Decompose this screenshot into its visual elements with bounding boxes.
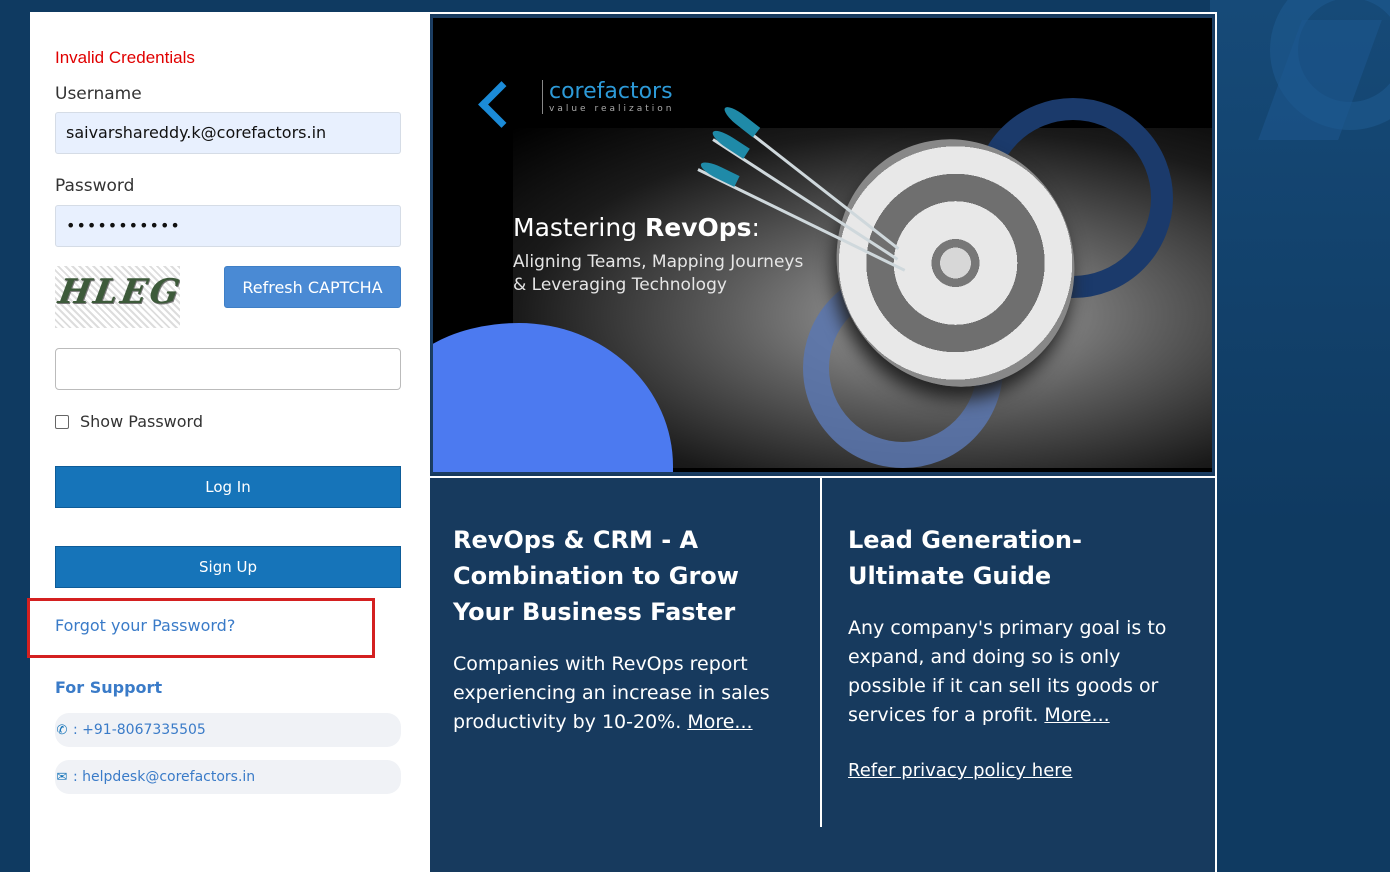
refresh-captcha-button[interactable]: Refresh CAPTCHA [224,266,401,308]
support-email[interactable]: ✉ : helpdesk@corefactors.in [55,760,401,794]
captcha-text: HLEG [55,272,180,312]
divider [820,478,822,827]
show-password-label: Show Password [80,412,203,431]
signup-button[interactable]: Sign Up [55,546,401,588]
support-phone-text: : +91-8067335505 [73,722,206,738]
login-panel: Invalid Credentials Username saivarshare… [27,12,428,872]
show-password-checkbox[interactable] [55,414,69,429]
envelope-icon: ✉ [56,769,68,785]
divider [430,476,1215,478]
captcha-input[interactable] [55,348,401,390]
banner-subtitle: Aligning Teams, Mapping Journeys & Lever… [513,252,804,295]
corefactors-logo-icon [479,80,534,118]
logo-name: corefactors [549,79,673,104]
corefactors-logo: corefactors value realization [479,80,674,118]
article-title: RevOps & CRM - A Combination to Grow You… [453,526,739,626]
captcha-image: HLEG [55,266,180,328]
phone-icon: ✆ [56,722,68,738]
more-link[interactable]: More... [687,711,752,733]
error-message: Invalid Credentials [55,48,195,67]
show-password-toggle[interactable]: Show Password [55,412,203,431]
forgot-password-link[interactable]: Forgot your Password? [55,616,235,635]
more-link[interactable]: More... [1044,704,1109,726]
banner-title: Mastering RevOps: [513,213,760,242]
password-input[interactable]: ••••••••••• [55,205,401,247]
logo-tagline: value realization [549,104,675,114]
privacy-policy-link[interactable]: Refer privacy policy here [848,760,1072,781]
promo-banner[interactable]: corefactors value realization Mastering … [431,16,1214,474]
support-title: For Support [55,678,163,697]
article-card-leadgen: Lead Generation- Ultimate Guide Any comp… [848,522,1193,730]
article-title: Lead Generation- Ultimate Guide [848,526,1082,590]
login-button[interactable]: Log In [55,466,401,508]
article-body: Any company's primary goal is to expand,… [848,617,1167,726]
article-card-revops: RevOps & CRM - A Combination to Grow You… [453,522,798,737]
marketing-panel: corefactors value realization Mastering … [428,12,1217,872]
article-body: Companies with RevOps report experiencin… [453,653,770,733]
support-email-text: : helpdesk@corefactors.in [73,769,256,785]
username-label: Username [55,84,142,104]
password-label: Password [55,176,135,196]
support-phone[interactable]: ✆ : +91-8067335505 [55,713,401,747]
username-input[interactable]: saivarshareddy.k@corefactors.in [55,112,401,154]
